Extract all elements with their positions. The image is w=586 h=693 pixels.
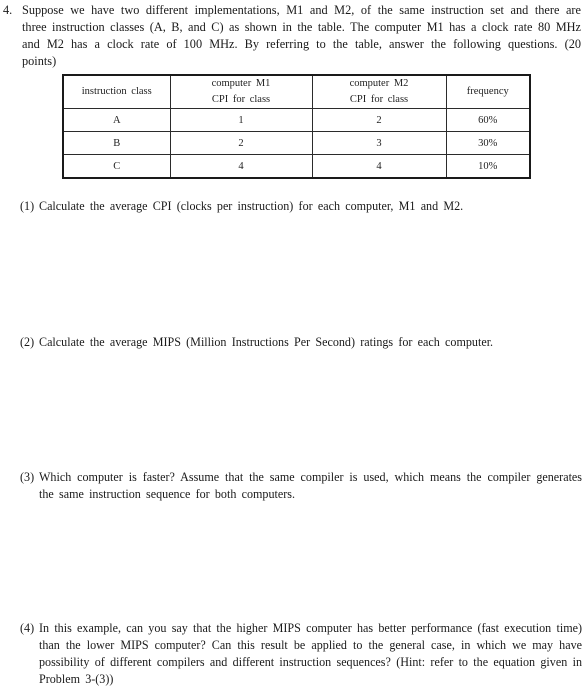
- question-number: (4): [20, 621, 35, 635]
- cell-m2-cpi: 3: [311, 131, 447, 155]
- cell-m2-cpi: 4: [311, 154, 447, 179]
- header-sublabel: CPI for class: [349, 94, 409, 105]
- question-3: (3) Which computer is faster? Assume tha…: [20, 469, 582, 503]
- instruction-class-table: instruction class computer M1 CPI for cl…: [62, 74, 531, 179]
- problem-statement: 4. Suppose we have two different impleme…: [3, 2, 581, 70]
- table-header-row: instruction class computer M1 CPI for cl…: [62, 74, 531, 109]
- header-computer-m2: computer M2 CPI for class: [311, 74, 447, 109]
- header-label: computer M1: [211, 78, 271, 89]
- problem-number: 4.: [3, 3, 13, 17]
- header-frequency: frequency: [445, 74, 531, 109]
- header-computer-m1: computer M1 CPI for class: [169, 74, 313, 109]
- problem-text: Suppose we have two different implementa…: [22, 3, 581, 68]
- cell-m2-cpi: 2: [311, 108, 447, 132]
- cell-m1-cpi: 1: [169, 108, 313, 132]
- table-row: C 4 4 10%: [62, 154, 531, 179]
- cell-frequency: 10%: [445, 154, 531, 179]
- header-sublabel: CPI for class: [211, 94, 271, 105]
- question-text: In this example, can you say that the hi…: [39, 621, 582, 686]
- question-text: Which computer is faster? Assume that th…: [39, 470, 582, 501]
- header-instruction-class: instruction class: [62, 74, 171, 109]
- cell-frequency: 60%: [445, 108, 531, 132]
- question-text: Calculate the average CPI (clocks per in…: [39, 199, 464, 213]
- cell-frequency: 30%: [445, 131, 531, 155]
- question-4: (4) In this example, can you say that th…: [20, 620, 582, 688]
- question-number: (2): [20, 335, 35, 349]
- cell-m1-cpi: 4: [169, 154, 313, 179]
- question-2: (2) Calculate the average MIPS (Million …: [20, 334, 582, 351]
- question-number: (1): [20, 199, 35, 213]
- table-row: A 1 2 60%: [62, 108, 531, 132]
- cell-class: C: [62, 154, 171, 179]
- header-label: frequency: [466, 86, 509, 97]
- header-label: computer M2: [349, 78, 409, 89]
- question-number: (3): [20, 470, 35, 484]
- cell-m1-cpi: 2: [169, 131, 313, 155]
- cell-class: B: [62, 131, 171, 155]
- header-label: instruction class: [81, 86, 152, 97]
- cell-class: A: [62, 108, 171, 132]
- table-row: B 2 3 30%: [62, 131, 531, 155]
- question-1: (1) Calculate the average CPI (clocks pe…: [20, 198, 582, 215]
- question-text: Calculate the average MIPS (Million Inst…: [39, 335, 494, 349]
